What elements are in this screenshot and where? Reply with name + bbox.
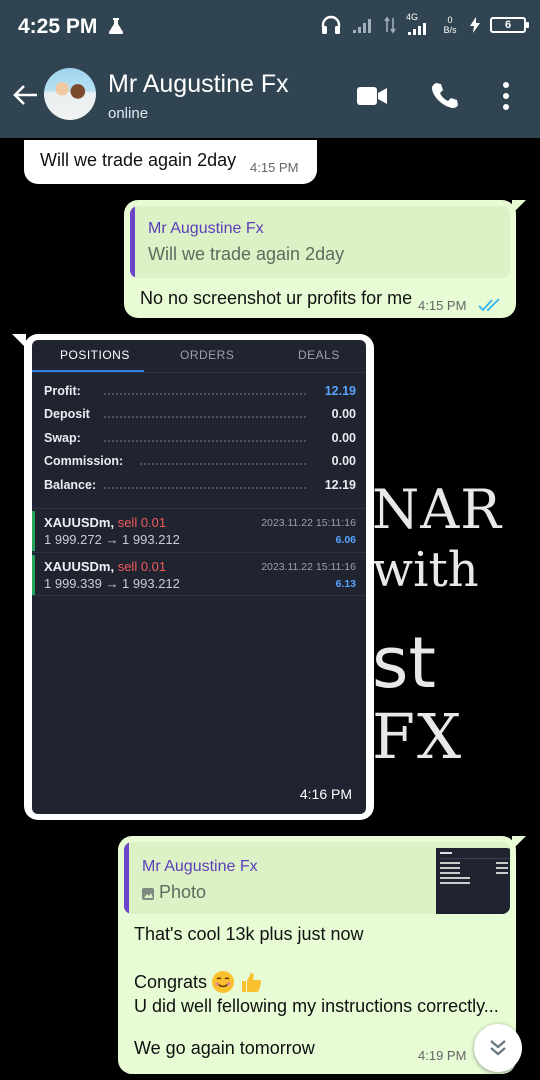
- wallpaper-text: NAR: [372, 478, 502, 541]
- position-indicator: [32, 555, 35, 595]
- avatar[interactable]: [44, 68, 96, 120]
- quote-author: Mr Augustine Fx: [148, 220, 264, 237]
- congrats-line: Congrats: [134, 970, 263, 994]
- position-symbol: XAUUSDm,: [44, 559, 115, 574]
- signal-icon: [353, 19, 371, 33]
- summary-row: Balance: 12.19: [44, 478, 356, 492]
- message-outgoing[interactable]: Mr Augustine Fx Photo That's cool 13k pl…: [118, 836, 516, 1074]
- wallpaper-text: with: [372, 542, 479, 598]
- position-row: XAUUSDm, sell 0.01 1 999.339 → 1 993.212…: [32, 552, 366, 596]
- message-time: 4:15 PM: [418, 298, 467, 313]
- headphones-icon: [321, 15, 341, 34]
- position-prices: 1 999.272 → 1 993.212: [44, 532, 180, 547]
- tab-deals: DEALS: [298, 348, 340, 362]
- summary-row: Swap: 0.00: [44, 431, 356, 445]
- message-image[interactable]: POSITIONS ORDERS DEALS Profit: 12.19 Dep…: [12, 334, 374, 820]
- position-profit: 6.13: [335, 578, 356, 590]
- position-row: XAUUSDm, sell 0.01 1 999.272 → 1 993.212…: [32, 508, 366, 552]
- quoted-message[interactable]: Mr Augustine Fx Will we trade again 2day: [130, 206, 510, 278]
- signal-4g-icon: 4G: [406, 12, 430, 36]
- double-check-icon: [478, 298, 500, 312]
- message-time: 4:19 PM: [418, 1048, 467, 1063]
- tab-positions: POSITIONS: [60, 348, 130, 362]
- back-arrow-icon[interactable]: [10, 80, 40, 110]
- trade-screenshot[interactable]: POSITIONS ORDERS DEALS Profit: 12.19 Dep…: [32, 340, 366, 814]
- phone-icon[interactable]: [429, 80, 459, 110]
- charging-icon: [470, 17, 480, 33]
- message-time: 4:16 PM: [299, 786, 352, 802]
- position-symbol: XAUUSDm,: [44, 515, 115, 530]
- wallpaper-text: st: [372, 622, 436, 704]
- photo-icon: [142, 888, 154, 900]
- quote-text: Photo: [159, 882, 207, 902]
- message-line: Congrats: [134, 971, 208, 992]
- network-type: 4G: [406, 12, 419, 22]
- bubble-tail: [512, 200, 526, 214]
- quote-author: Mr Augustine Fx: [142, 858, 258, 875]
- position-prices: 1 999.339 → 1 993.212: [44, 576, 180, 591]
- tab-orders: ORDERS: [180, 348, 235, 362]
- position-side: sell 0.01: [117, 515, 167, 530]
- message-line: U did well fellowing my instructions cor…: [134, 996, 499, 1016]
- flask-icon: [108, 18, 124, 34]
- trade-tabs: POSITIONS ORDERS DEALS: [32, 340, 366, 373]
- contact-name[interactable]: Mr Augustine Fx: [108, 70, 289, 99]
- chevrons-down-icon: [490, 1040, 506, 1056]
- battery-icon: 6: [490, 17, 529, 33]
- scroll-to-bottom-button[interactable]: [474, 1024, 522, 1072]
- quoted-message[interactable]: Mr Augustine Fx Photo: [124, 842, 510, 914]
- data-arrows-icon: [384, 16, 396, 34]
- summary-row: Commission: 0.00: [44, 454, 356, 468]
- message-outgoing[interactable]: Mr Augustine Fx Will we trade again 2day…: [124, 200, 516, 318]
- message-line: We go again tomorrow: [134, 1038, 315, 1058]
- smile-emoji-icon: [212, 971, 235, 993]
- video-call-icon[interactable]: [356, 84, 388, 108]
- message-incoming[interactable]: Will we trade again 2day 4:15 PM: [24, 140, 317, 184]
- message-text: No no screenshot ur profits for me: [140, 288, 413, 308]
- position-date: 2023.11.22 15:11:16: [261, 561, 356, 573]
- position-date: 2023.11.22 15:11:16: [261, 517, 356, 529]
- wallpaper-text: FX: [372, 700, 464, 773]
- quote-text: Will we trade again 2day: [148, 244, 345, 264]
- position-profit: 6.06: [335, 534, 356, 546]
- summary-row: Deposit 0.00: [44, 407, 356, 421]
- message-time: 4:15 PM: [250, 160, 299, 175]
- contact-status: online: [108, 105, 149, 122]
- quote-thumbnail: [436, 848, 510, 914]
- bubble-tail: [512, 836, 526, 850]
- divider: [32, 372, 366, 373]
- message-text: Will we trade again 2day: [40, 150, 237, 170]
- message-line: That's cool 13k plus just now: [134, 924, 364, 944]
- summary-row: Profit: 12.19: [44, 384, 356, 398]
- more-vert-icon[interactable]: [496, 80, 516, 112]
- network-speed: 0 B/s: [443, 15, 457, 35]
- position-side: sell 0.01: [117, 559, 167, 574]
- position-indicator: [32, 511, 35, 551]
- status-bar: 4:25 PM 4G 0 B/s 6: [0, 0, 540, 54]
- status-time: 4:25 PM: [18, 15, 98, 38]
- chat-header: Mr Augustine Fx online: [0, 54, 540, 138]
- thumbs-up-emoji-icon: [242, 973, 262, 992]
